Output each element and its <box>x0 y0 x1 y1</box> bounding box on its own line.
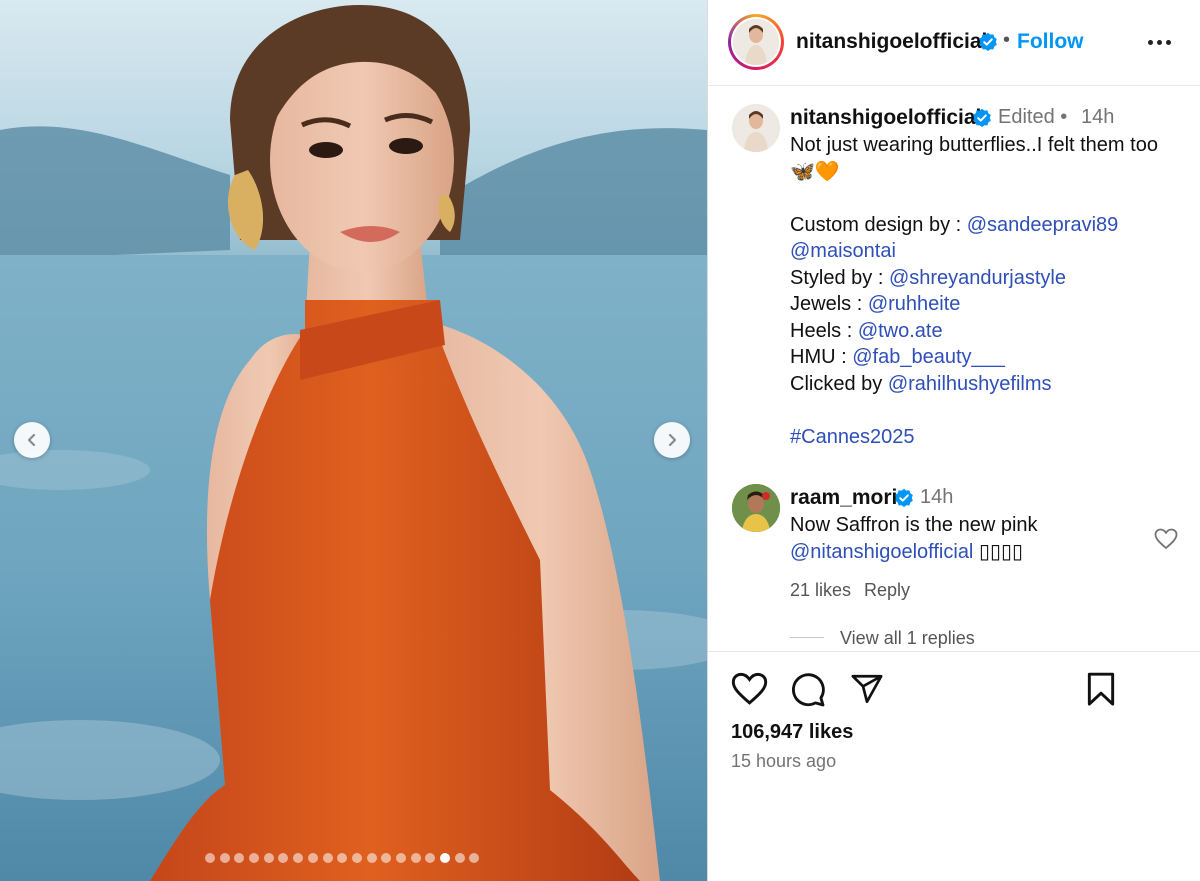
mention-link[interactable]: @nitanshigoelofficial <box>790 541 973 563</box>
mention-link[interactable]: @shreyandurjastyle <box>889 267 1066 289</box>
comment-body: Now Saffron is the new pink <box>790 514 1038 536</box>
verified-badge-icon <box>895 488 913 507</box>
carousel-dot <box>366 853 377 863</box>
save-button[interactable] <box>1086 672 1116 712</box>
carousel-dot <box>249 853 260 863</box>
comment-text: Now Saffron is the new pink @nitanshigoe… <box>790 512 1038 566</box>
post-header: nitanshigoelofficial • Follow <box>708 0 1200 86</box>
caption-text: Not just wearing butterflies..I felt the… <box>790 132 1190 450</box>
mention-link[interactable]: @two.ate <box>858 320 943 342</box>
hashtag-link[interactable]: #Cannes2025 <box>790 426 915 448</box>
carousel-dot <box>395 853 406 863</box>
next-slide-button[interactable] <box>654 422 690 458</box>
replies-divider <box>790 637 824 638</box>
comment-like-button[interactable] <box>1154 528 1178 555</box>
carousel-dot <box>351 853 362 863</box>
mention-link[interactable]: @fab_beauty___ <box>852 346 1005 368</box>
post-likes-count[interactable]: 106,947 likes <box>731 721 853 744</box>
caption-heels-label: Heels : <box>790 319 858 342</box>
prev-arrow-icon <box>27 433 36 447</box>
comment-reply-button[interactable]: Reply <box>864 580 910 601</box>
carousel-dot <box>322 853 333 863</box>
comment-trailing-glyphs: ▯▯▯▯ <box>978 541 1023 563</box>
caption-username[interactable]: nitanshigoelofficial <box>790 106 981 130</box>
carousel-dot <box>234 853 245 863</box>
carousel-indicator <box>205 853 480 863</box>
carousel-dot <box>293 853 304 863</box>
comment-icon <box>791 673 825 707</box>
view-replies-button[interactable]: View all 1 replies <box>840 628 975 649</box>
carousel-dot <box>278 853 289 863</box>
caption-line: Not just wearing butterflies..I felt the… <box>790 134 1158 156</box>
previous-slide-button[interactable] <box>14 422 50 458</box>
carousel-dot <box>205 853 215 863</box>
carousel-dot <box>381 853 392 863</box>
bookmark-icon <box>1087 672 1115 706</box>
caption-design-label: Custom design by : <box>790 213 967 236</box>
caption-timestamp: 14h <box>1081 106 1115 128</box>
carousel-dot <box>263 853 274 863</box>
follow-button[interactable]: Follow <box>1017 30 1084 54</box>
next-arrow-icon <box>668 433 677 447</box>
commenter-username[interactable]: raam_mori <box>790 486 897 510</box>
caption-edited-label: Edited • <box>998 106 1068 128</box>
post-details-panel: nitanshigoelofficial • Follow nitanshigo… <box>707 0 1200 881</box>
caption-hmu-label: HMU : <box>790 346 853 368</box>
header-separator: • <box>1003 29 1011 51</box>
heart-icon <box>731 672 768 705</box>
carousel-dot <box>454 853 465 863</box>
carousel-dot <box>440 853 450 863</box>
comment-button[interactable] <box>790 672 826 713</box>
post-timestamp: 15 hours ago <box>731 751 837 771</box>
caption-clicked-label: Clicked by <box>790 372 888 395</box>
verified-badge-icon <box>973 108 991 127</box>
caption-styled-label: Styled by : <box>790 266 889 289</box>
commenter-avatar[interactable] <box>732 484 780 532</box>
caption-emoji: 🦋🧡 <box>790 160 840 183</box>
post-media[interactable] <box>0 0 707 881</box>
share-icon <box>851 674 883 704</box>
mention-link[interactable]: @maisontai <box>790 240 896 262</box>
carousel-dot <box>307 853 318 863</box>
carousel-dot <box>425 853 436 863</box>
author-username[interactable]: nitanshigoelofficial <box>796 30 987 54</box>
more-options-icon[interactable] <box>1148 40 1171 45</box>
carousel-dot <box>469 853 480 863</box>
actions-divider <box>708 651 1200 652</box>
heart-icon <box>1154 528 1178 550</box>
carousel-dot <box>219 853 230 863</box>
post-photo <box>0 0 707 881</box>
carousel-dot <box>410 853 421 863</box>
like-button[interactable] <box>731 672 768 711</box>
caption-jewels-label: Jewels : <box>790 293 868 315</box>
author-avatar[interactable] <box>728 14 784 70</box>
share-button[interactable] <box>849 672 885 711</box>
verified-badge-icon <box>979 32 997 51</box>
comment-likes-count[interactable]: 21 likes <box>790 580 851 601</box>
comment-timestamp: 14h <box>920 486 954 508</box>
mention-link[interactable]: @ruhheite <box>868 293 961 315</box>
carousel-dot <box>337 853 348 863</box>
mention-link[interactable]: @sandeepravi89 <box>967 214 1119 236</box>
mention-link[interactable]: @rahilhushyefilms <box>888 373 1052 395</box>
caption-author-avatar[interactable] <box>732 104 780 152</box>
